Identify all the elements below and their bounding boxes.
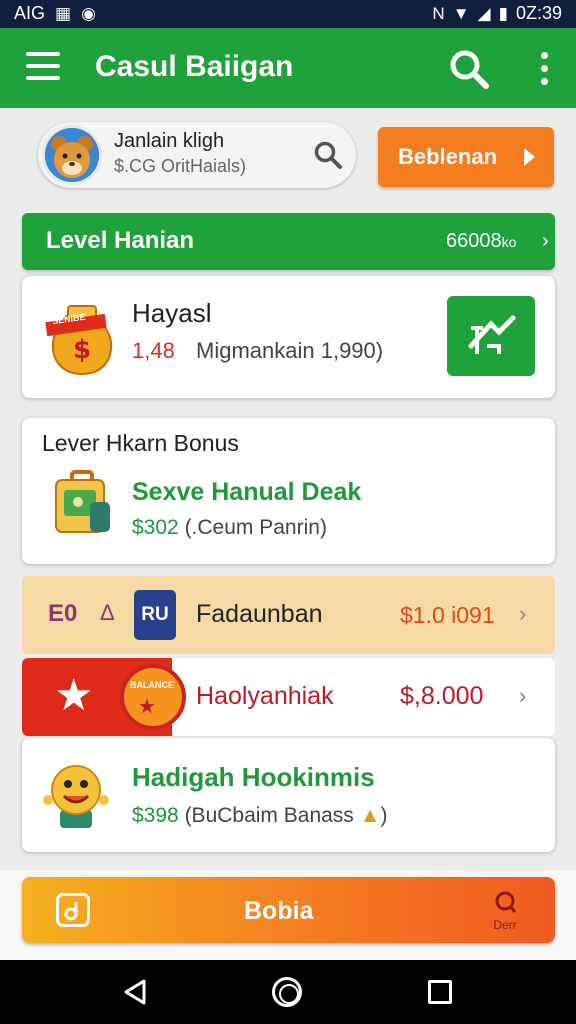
system-nav-bar: [0, 960, 576, 1024]
status-carrier: AIG: [14, 3, 46, 23]
avatar: [42, 125, 102, 185]
recent-apps-icon[interactable]: [428, 980, 452, 1004]
app-bar: Casul Baiigan: [0, 28, 576, 108]
profile-subtitle: $.CG OritHaials): [114, 156, 247, 176]
battery-icon: ▮: [498, 3, 508, 23]
level-value: 66008ko: [446, 230, 517, 252]
ru-badge: RU: [134, 590, 176, 640]
gift-icon[interactable]: Derr: [480, 889, 530, 933]
fadaunban-label: Fadaunban: [196, 600, 323, 628]
back-icon[interactable]: [122, 978, 150, 1011]
level-bonus-heading: Lever Hkarn Bonus: [42, 430, 239, 456]
chevron-right-icon: ›: [542, 230, 549, 252]
search-icon[interactable]: [446, 46, 492, 92]
hadigah-subtitle: $398 (BuCbaim Banass ▲): [132, 804, 388, 827]
haolyanhiak-label: Haolyanhiak: [196, 682, 334, 710]
notification-icon: ◉: [81, 3, 96, 23]
level-bonus-card[interactable]: Lever Hkarn Bonus Sexve Hanual Deak $302…: [22, 418, 555, 564]
badge-glyph-icon: ★: [138, 696, 156, 718]
crown-icon: ▲: [359, 804, 381, 827]
delta-icon: Δ: [100, 600, 115, 625]
music-icon: [56, 893, 90, 927]
chevron-right-icon: ›: [519, 601, 527, 626]
home-icon[interactable]: [272, 977, 302, 1007]
app-title: Casul Baiigan: [95, 50, 294, 83]
fadaunban-row[interactable]: E0 Δ RU Fadaunban $1.0 i091 ›: [22, 576, 555, 654]
hayasl-title: Hayasl: [132, 298, 212, 328]
svg-text:$: $: [73, 335, 91, 365]
fadaunban-price: $1.0 i091: [400, 602, 495, 628]
play-arrow-icon: [524, 148, 535, 166]
money-bag-icon: $ SENIBE: [44, 296, 120, 376]
chevron-right-icon: ›: [519, 683, 527, 708]
hayasl-description: Migmankain 1,990): [196, 338, 384, 363]
hadigah-card[interactable]: Hadigah Hookinmis $398 (BuCbaim Banass ▲…: [22, 738, 555, 852]
profile-name: Janlain kligh: [114, 130, 225, 152]
hayasl-card[interactable]: $ SENIBE Hayasl 1,48 Migmankain 1,990): [22, 276, 555, 398]
status-bar: AIG ▦ ◉ N ▼ ◢ ▮ 0Z:39: [0, 0, 576, 28]
hadigah-title: Hadigah Hookinmis: [132, 762, 375, 792]
beblenan-button[interactable]: Beblenan: [378, 127, 554, 187]
image-icon: ▦: [55, 3, 72, 23]
balance-badge-label: BALANCE: [130, 680, 174, 690]
haolyanhiak-price: $,8.000: [400, 682, 484, 710]
haolyanhiak-row[interactable]: ★ BALANCE ★ Haolyanhiak $,8.000 ›: [22, 658, 555, 736]
profile-chip[interactable]: Janlain kligh $.CG OritHaials): [38, 122, 356, 188]
search-icon[interactable]: [312, 139, 344, 171]
hamburger-icon[interactable]: [26, 52, 60, 84]
label-icon: E0: [48, 600, 78, 627]
level-bonus-title: Sexve Hanual Deak: [132, 478, 362, 506]
bobia-button[interactable]: Bobia Derr: [22, 877, 555, 943]
luggage-icon: [50, 468, 114, 538]
signal-icon: ◢: [477, 3, 491, 23]
more-vert-icon[interactable]: [532, 52, 556, 86]
level-label: Level Hanian: [46, 227, 195, 254]
bobia-label: Bobia: [244, 897, 314, 925]
level-bonus-subtitle: $302 (.Ceum Panrin): [132, 516, 327, 539]
mascot-icon: [42, 760, 110, 832]
status-time: 0Z:39: [515, 3, 562, 23]
claim-button[interactable]: [447, 296, 535, 376]
star-icon: ★: [54, 671, 94, 720]
wifi-icon: ▼: [452, 3, 470, 23]
level-bar[interactable]: Level Hanian 66008ko ›: [22, 213, 555, 270]
beblenan-button-label: Beblenan: [398, 144, 498, 169]
balance-badge: BALANCE ★: [120, 664, 186, 730]
hayasl-amount: 1,48: [132, 338, 175, 363]
gift-label: Derr: [493, 918, 517, 932]
nfc-icon: N: [432, 3, 445, 23]
